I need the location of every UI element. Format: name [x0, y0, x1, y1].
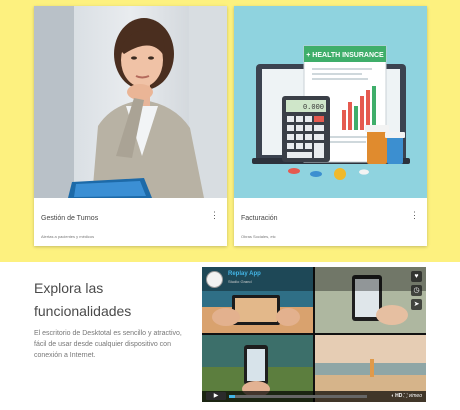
- play-icon[interactable]: ▶: [206, 392, 226, 400]
- video-player[interactable]: Replay App Studio Grand ♥ ◷ ➤ ▶ ◖ HD ⛶ v…: [202, 267, 426, 402]
- heart-icon[interactable]: ♥: [411, 271, 422, 282]
- send-icon[interactable]: ➤: [411, 299, 422, 310]
- card-title: Facturación: [241, 215, 278, 222]
- card-image-health-insurance: + HEALTH INSURANCE 0.000: [234, 6, 427, 198]
- card-image-businesswoman: [34, 6, 227, 198]
- channel-avatar[interactable]: [206, 271, 223, 288]
- vimeo-logo[interactable]: vimeo: [409, 393, 422, 399]
- more-vert-icon[interactable]: ⋮: [410, 211, 419, 220]
- clock-icon[interactable]: ◷: [411, 285, 422, 296]
- card-subtitle: Alertas a pacientes y médicos: [41, 234, 95, 239]
- video-controls: ▶ ◖ HD ⛶ vimeo: [202, 391, 426, 402]
- video-author[interactable]: Studio Grand: [228, 279, 252, 284]
- calculator-display: 0.000: [303, 104, 324, 112]
- card-facturacion[interactable]: + HEALTH INSURANCE 0.000 Facturación Obr…: [234, 6, 427, 246]
- video-title[interactable]: Replay App: [228, 271, 261, 277]
- card-title: Gestión de Turnos: [41, 215, 99, 222]
- volume-icon[interactable]: ◖: [391, 393, 394, 399]
- card-gestion-turnos[interactable]: Gestión de Turnos Alertas a pacientes y …: [34, 6, 227, 246]
- progress-bar[interactable]: [229, 395, 367, 398]
- more-vert-icon[interactable]: ⋮: [210, 211, 219, 220]
- hd-badge[interactable]: HD: [395, 393, 402, 399]
- card-subtitle: Obras Sociales, etc: [241, 234, 276, 239]
- fullscreen-icon[interactable]: ⛶: [404, 393, 408, 399]
- progress-fill: [229, 395, 235, 398]
- player-icons: ◖ HD ⛶ vimeo: [391, 393, 422, 400]
- insurance-banner: + HEALTH INSURANCE: [306, 52, 384, 59]
- video-thumbnail: [202, 267, 426, 402]
- section-heading: Explora las funcionalidades: [34, 280, 132, 319]
- section-description: El escritorio de Desktotal es sencillo y…: [34, 330, 182, 359]
